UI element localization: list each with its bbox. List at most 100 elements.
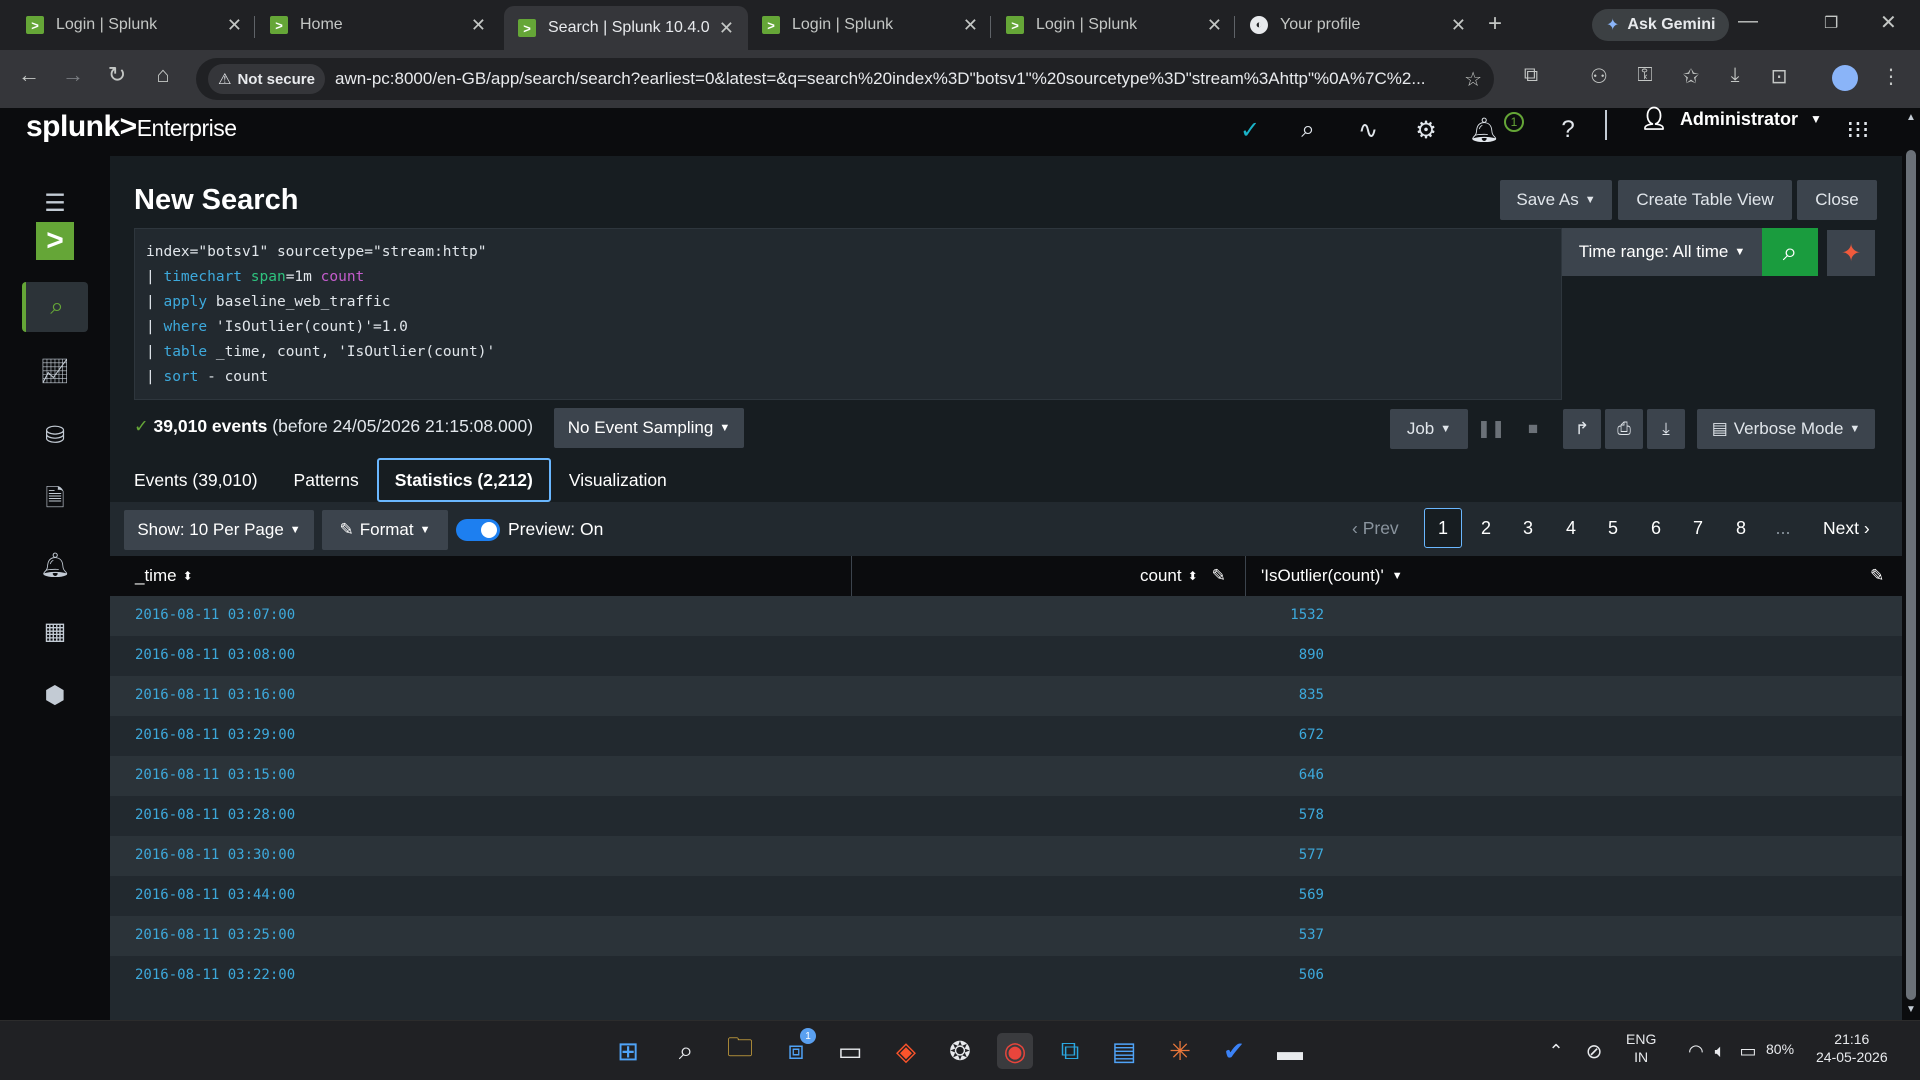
pager-page-7[interactable]: 7 (1679, 508, 1717, 548)
nav-analytics-icon[interactable]: 📈︎ (22, 346, 88, 396)
search-query-editor[interactable]: index="botsv1" sourcetype="stream:http" |… (134, 228, 1562, 400)
apps-grid-icon[interactable]: ⁝⁝⁝ (1842, 116, 1874, 145)
splunk-logo[interactable]: splunk>Enterprise (26, 110, 237, 144)
tab-close-icon[interactable]: ✕ (719, 18, 734, 39)
ai-assistant-button[interactable]: ✦ (1827, 230, 1875, 276)
settings-gear-icon[interactable]: ⚙ (1410, 116, 1442, 145)
browser-tab[interactable]: > Search | Splunk 10.4.0 ✕ (504, 6, 748, 50)
event-sampling-dropdown[interactable]: No Event Sampling ▼ (554, 408, 744, 448)
chrome-menu-icon[interactable]: ⋮ (1876, 64, 1906, 89)
browser-tab[interactable]: > Home ✕ (256, 8, 500, 42)
nav-apps-cube-icon[interactable]: ⬢ (22, 670, 88, 720)
tab-close-icon[interactable]: ✕ (1207, 15, 1222, 36)
cell-count[interactable]: 835 (1299, 687, 1324, 703)
tab-close-icon[interactable]: ✕ (963, 15, 978, 36)
tab-close-icon[interactable]: ✕ (227, 15, 242, 36)
table-row[interactable]: 2016-08-11 03:08:00 890 (110, 636, 1902, 676)
restore-button[interactable]: ❐ (1824, 13, 1838, 33)
bookmark-star-icon[interactable]: ☆ (1464, 67, 1482, 92)
tab-close-icon[interactable]: ✕ (471, 15, 486, 36)
pager-prev[interactable]: ‹ Prev (1352, 508, 1399, 548)
search-icon[interactable]: ⌕ (1292, 116, 1324, 144)
nav-search-icon[interactable]: ⌕ (22, 282, 88, 332)
cell-time[interactable]: 2016-08-11 03:44:00 (135, 887, 295, 903)
address-bar[interactable]: ⚠ Not secure awn-pc:8000/en-GB/app/search… (196, 58, 1494, 100)
pager-next[interactable]: Next › (1823, 508, 1870, 548)
close-button[interactable]: Close (1797, 180, 1877, 220)
tab-statistics[interactable]: Statistics (2,212) (376, 458, 551, 502)
edit-pencil-icon[interactable]: ✎ (1870, 556, 1884, 596)
browser-tab[interactable]: ◐ Your profile ✕ (1236, 8, 1480, 42)
save-as-button[interactable]: Save As ▼ (1500, 180, 1612, 220)
cell-count[interactable]: 578 (1299, 807, 1324, 823)
table-row[interactable]: 2016-08-11 03:22:00 506 (110, 956, 1902, 996)
cell-time[interactable]: 2016-08-11 03:30:00 (135, 847, 295, 863)
user-menu[interactable]: 👤︎ Administrator ▼ (1640, 106, 1822, 132)
cell-count[interactable]: 569 (1299, 887, 1324, 903)
table-row[interactable]: 2016-08-11 03:25:00 537 (110, 916, 1902, 956)
pager-page-4[interactable]: 4 (1552, 508, 1590, 548)
cell-count[interactable]: 537 (1299, 927, 1324, 943)
table-row[interactable]: 2016-08-11 03:07:00 1532 (110, 596, 1902, 636)
menu-hamburger-icon[interactable]: ☰ (22, 178, 88, 228)
tab-patterns[interactable]: Patterns (276, 458, 377, 502)
battery-icon[interactable]: ▭ (1730, 1033, 1766, 1069)
activity-icon[interactable]: ∿ (1352, 116, 1384, 145)
cell-time[interactable]: 2016-08-11 03:25:00 (135, 927, 295, 943)
cell-time[interactable]: 2016-08-11 03:08:00 (135, 647, 295, 663)
column-header-time[interactable]: _time ⬍ (135, 556, 193, 596)
language-indicator[interactable]: ENG IN (1626, 1030, 1656, 1066)
pager-page-6[interactable]: 6 (1637, 508, 1675, 548)
downloads-icon[interactable]: ⤓ (1720, 64, 1750, 87)
tab-visualization[interactable]: Visualization (551, 458, 685, 502)
per-page-dropdown[interactable]: Show: 10 Per Page ▼ (124, 510, 314, 550)
help-icon[interactable]: ? (1552, 116, 1584, 144)
search-mode-dropdown[interactable]: ▤ Verbose Mode ▼ (1697, 409, 1875, 449)
cell-count[interactable]: 506 (1299, 967, 1324, 983)
column-header-isoutlier[interactable]: 'IsOutlier(count)' ▼ (1261, 556, 1403, 596)
format-dropdown[interactable]: ✎ Format ▼ (322, 510, 448, 550)
scrollbar-thumb[interactable] (1906, 150, 1916, 1000)
console-window-icon[interactable]: ▬ (1272, 1033, 1308, 1069)
edit-pencil-icon[interactable]: ✎ (1212, 566, 1226, 586)
health-check-icon[interactable]: ✓ (1234, 116, 1266, 145)
print-icon[interactable]: ⎙ (1605, 409, 1643, 449)
job-menu-button[interactable]: Job ▼ (1390, 409, 1468, 449)
pager-page-3[interactable]: 3 (1509, 508, 1547, 548)
taskbar-search-icon[interactable]: ⌕ (668, 1033, 704, 1069)
table-row[interactable]: 2016-08-11 03:28:00 578 (110, 796, 1902, 836)
claude-icon[interactable]: ✳ (1162, 1033, 1198, 1069)
browser-tab[interactable]: > Login | Splunk ✕ (12, 8, 256, 42)
run-search-button[interactable]: ⌕ (1762, 228, 1818, 276)
time-range-picker[interactable]: Time range: All time ▼ (1562, 228, 1762, 276)
pager-page-5[interactable]: 5 (1594, 508, 1632, 548)
table-row[interactable]: 2016-08-11 03:29:00 672 (110, 716, 1902, 756)
create-table-view-button[interactable]: Create Table View (1618, 180, 1792, 220)
brave-browser-icon[interactable]: ◈ (888, 1033, 924, 1069)
tray-chevron-up-icon[interactable]: ⌃ (1538, 1033, 1574, 1069)
nav-datasets-icon[interactable]: ⛁ (22, 410, 88, 460)
table-row[interactable]: 2016-08-11 03:15:00 646 (110, 756, 1902, 796)
cell-count[interactable]: 672 (1299, 727, 1324, 743)
todo-check-icon[interactable]: ✔ (1216, 1033, 1252, 1069)
windows-start-icon[interactable]: ⊞ (610, 1033, 646, 1069)
notifications-bell-icon[interactable]: 🔔︎ (1468, 116, 1500, 145)
url-text[interactable]: awn-pc:8000/en-GB/app/search/search?earl… (335, 69, 1464, 89)
nav-reports-icon[interactable]: 🗎 (22, 476, 88, 526)
scroll-down-icon[interactable]: ▼ (1906, 1004, 1916, 1015)
home-icon[interactable]: ⌂ (146, 62, 180, 88)
chatgpt-icon[interactable]: ❂ (942, 1033, 978, 1069)
back-button[interactable]: ← (12, 62, 46, 88)
profile-avatar[interactable] (1832, 65, 1858, 91)
share-icon[interactable]: ↱ (1563, 409, 1601, 449)
forward-button[interactable]: → (56, 62, 90, 88)
favorites-icon[interactable]: ✩ (1676, 64, 1706, 89)
browser-tab[interactable]: > Login | Splunk ✕ (748, 8, 992, 42)
tab-events[interactable]: Events (39,010) (134, 458, 276, 502)
stop-icon[interactable]: ■ (1518, 409, 1548, 449)
browser-tab[interactable]: > Login | Splunk ✕ (992, 8, 1236, 42)
column-header-count[interactable]: count ⬍ ✎ (1140, 556, 1226, 596)
page-scrollbar[interactable]: ▲ ▼ (1902, 108, 1920, 1020)
terminal-icon[interactable]: ▭ (832, 1033, 868, 1069)
pager-page-1[interactable]: 1 (1424, 508, 1462, 548)
